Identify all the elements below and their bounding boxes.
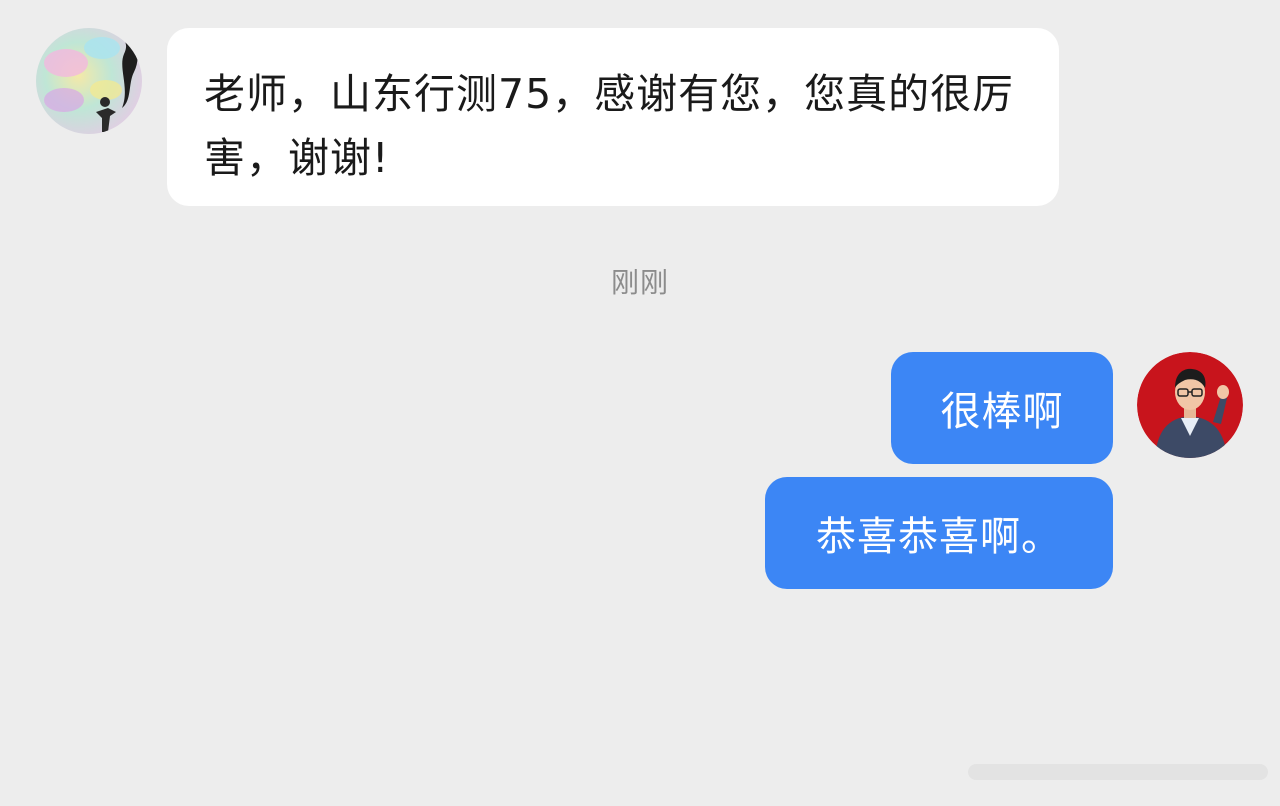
pastel-illustration-icon — [36, 28, 142, 134]
outgoing-message-text: 很棒啊 — [940, 389, 1064, 435]
incoming-message-bubble[interactable]: 老师，山东行测75，感谢有您，您真的很厉害，谢谢! — [167, 28, 1059, 206]
outgoing-message-text: 恭喜恭喜啊。 — [816, 514, 1062, 560]
sender-avatar[interactable] — [36, 28, 142, 134]
own-avatar[interactable] — [1137, 352, 1243, 458]
watermark-graphic — [968, 764, 1268, 780]
outgoing-message-bubble[interactable]: 恭喜恭喜啊。 — [765, 477, 1113, 589]
incoming-message-text: 老师，山东行测75，感谢有您，您真的很厉害，谢谢! — [204, 70, 1015, 182]
message-timestamp: 刚刚 — [610, 266, 669, 299]
teacher-photo-icon — [1137, 352, 1243, 458]
outgoing-message-bubble[interactable]: 很棒啊 — [891, 352, 1113, 464]
